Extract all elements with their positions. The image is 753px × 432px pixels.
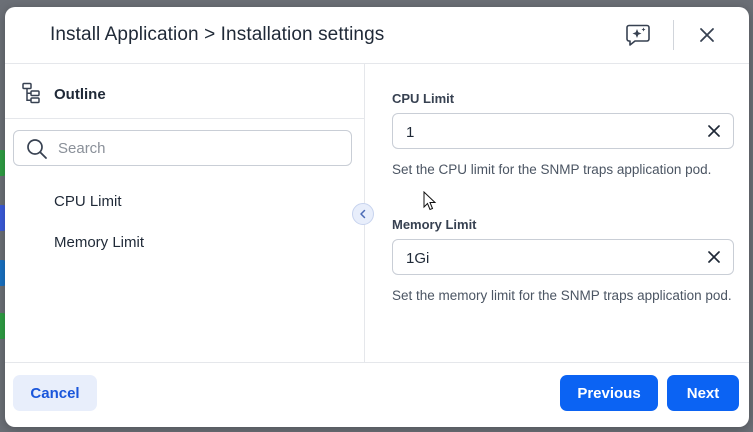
cpu-limit-label: CPU Limit	[392, 91, 455, 106]
outline-pane: Outline CPU Limit Memory Limit	[5, 64, 365, 362]
dialog-footer: Cancel Previous Next	[5, 362, 749, 427]
header-divider	[673, 20, 674, 50]
outline-item-cpu-limit[interactable]: CPU Limit	[54, 193, 122, 210]
collapse-outline-button[interactable]	[352, 203, 374, 225]
memory-limit-input[interactable]	[406, 248, 686, 268]
clear-icon[interactable]	[707, 250, 721, 269]
close-icon[interactable]	[693, 21, 721, 49]
dialog-header: Install Application > Installation setti…	[5, 7, 749, 64]
mouse-cursor-icon	[423, 190, 437, 216]
outline-tree-icon	[21, 82, 43, 109]
outline-search	[13, 130, 352, 166]
sparkle-chat-icon[interactable]	[625, 21, 653, 49]
outline-label: Outline	[54, 86, 106, 103]
cancel-button[interactable]: Cancel	[13, 375, 97, 411]
outline-header: Outline	[5, 64, 365, 119]
previous-button[interactable]: Previous	[560, 375, 658, 411]
chevron-left-icon	[360, 209, 366, 219]
search-icon	[26, 138, 48, 165]
cpu-limit-field	[392, 113, 734, 149]
memory-limit-field	[392, 239, 734, 275]
dialog-title: Install Application > Installation setti…	[50, 24, 385, 45]
cpu-limit-help: Set the CPU limit for the SNMP traps app…	[392, 162, 712, 177]
install-application-dialog: Install Application > Installation setti…	[5, 7, 749, 427]
cpu-limit-input[interactable]	[406, 122, 686, 142]
search-input[interactable]	[56, 136, 341, 160]
memory-limit-label: Memory Limit	[392, 217, 477, 232]
clear-icon[interactable]	[707, 124, 721, 143]
outline-item-memory-limit[interactable]: Memory Limit	[54, 234, 144, 251]
memory-limit-help: Set the memory limit for the SNMP traps …	[392, 288, 732, 303]
next-button[interactable]: Next	[667, 375, 739, 411]
